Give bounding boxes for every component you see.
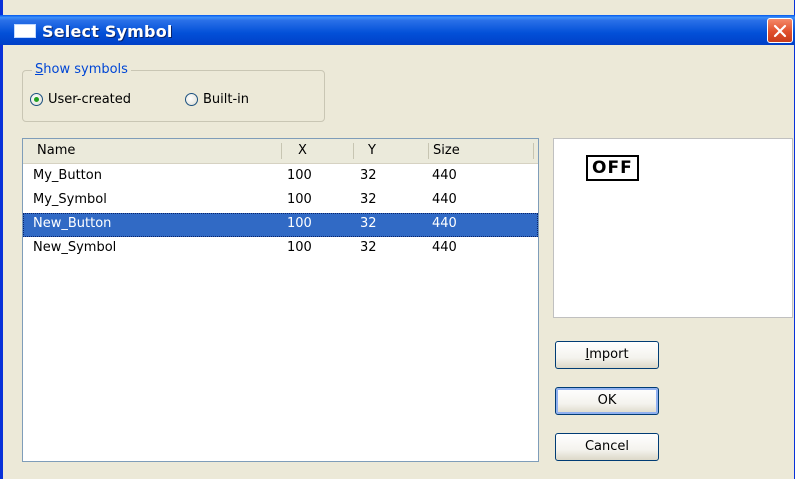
list-header: Name X Y Size — [23, 139, 538, 164]
cell-x: 100 — [287, 240, 312, 255]
cell-name: New_Symbol — [33, 240, 117, 255]
table-row[interactable]: My_Button 100 32 440 — [23, 165, 538, 189]
window-icon — [14, 24, 36, 38]
cell-name: My_Symbol — [33, 192, 107, 207]
import-button[interactable]: Import — [555, 341, 659, 369]
column-header-size[interactable]: Size — [433, 139, 493, 161]
column-divider[interactable] — [533, 143, 534, 159]
cell-y: 32 — [360, 216, 377, 231]
symbol-list[interactable]: Name X Y Size My_Button 100 32 440 My_Sy… — [22, 138, 539, 462]
column-header-y[interactable]: Y — [368, 139, 408, 161]
column-divider[interactable] — [353, 143, 354, 159]
close-button[interactable] — [767, 18, 793, 43]
cell-x: 100 — [287, 216, 312, 231]
show-symbols-legend: Show symbols — [32, 62, 131, 77]
radio-user-created[interactable]: User-created — [30, 92, 150, 110]
radio-selected-dot — [34, 97, 39, 102]
column-divider[interactable] — [428, 143, 429, 159]
radio-button-icon[interactable] — [30, 93, 43, 106]
cell-y: 32 — [360, 192, 377, 207]
radio-button-icon[interactable] — [185, 93, 198, 106]
cell-y: 32 — [360, 168, 377, 183]
symbol-preview-pane: OFF — [553, 138, 793, 318]
radio-user-created-label: User-created — [48, 92, 132, 107]
radio-built-in[interactable]: Built-in — [185, 92, 270, 110]
table-row[interactable]: My_Symbol 100 32 440 — [23, 189, 538, 213]
close-icon — [773, 24, 787, 38]
column-header-name[interactable]: Name — [37, 139, 287, 161]
cell-x: 100 — [287, 192, 312, 207]
cancel-button[interactable]: Cancel — [555, 433, 659, 461]
column-divider[interactable] — [281, 143, 282, 159]
cell-x: 100 — [287, 168, 312, 183]
table-row-selected[interactable]: New_Button 100 32 440 — [23, 213, 538, 237]
cell-size: 440 — [432, 240, 457, 255]
preview-symbol: OFF — [586, 155, 639, 181]
window-title: Select Symbol — [42, 22, 173, 41]
radio-built-in-label: Built-in — [203, 92, 250, 107]
cell-name: My_Button — [33, 168, 102, 183]
cell-y: 32 — [360, 240, 377, 255]
table-row[interactable]: New_Symbol 100 32 440 — [23, 237, 538, 261]
column-header-x[interactable]: X — [298, 139, 338, 161]
cell-size: 440 — [432, 216, 457, 231]
cell-name: New_Button — [33, 216, 112, 231]
cell-size: 440 — [432, 168, 457, 183]
cell-size: 440 — [432, 192, 457, 207]
ok-button[interactable]: OK — [555, 387, 659, 415]
